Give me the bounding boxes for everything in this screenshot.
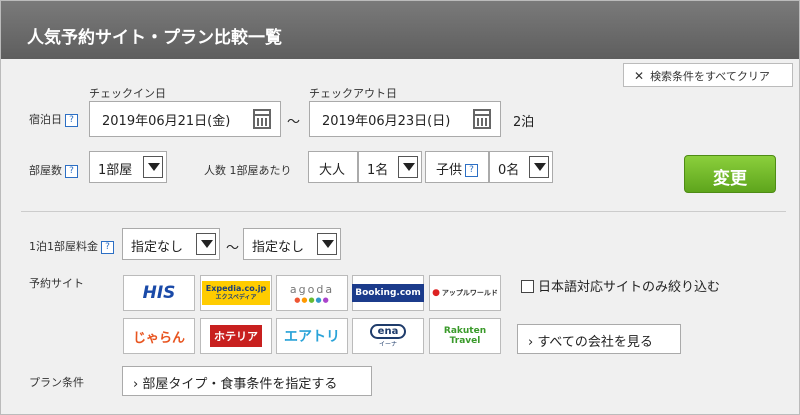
airtrip-logo: エアトリ <box>284 329 340 345</box>
clear-conditions-button[interactable]: ✕ 検索条件をすべてクリア <box>623 63 793 87</box>
sites-label: 予約サイト <box>29 277 84 290</box>
checkin-label: チェックイン日 <box>89 87 166 100</box>
hoteria-logo: ホテリア <box>210 325 262 347</box>
chevron-down-icon <box>143 156 163 178</box>
appleworld-icon: ● <box>432 288 440 298</box>
rooms-select[interactable]: 1部屋 <box>89 151 167 183</box>
rooms-select-value: 1部屋 <box>98 163 133 178</box>
help-icon[interactable]: ? <box>465 164 479 177</box>
site-hoteria[interactable]: ホテリア <box>200 318 272 354</box>
chevron-down-icon <box>317 233 337 255</box>
adult-label-box: 大人 <box>308 151 358 183</box>
appleworld-logo: アップルワールド <box>441 289 498 297</box>
site-rakuten[interactable]: Rakuten Travel <box>429 318 501 354</box>
price-min-select[interactable]: 指定なし <box>122 228 220 260</box>
checkin-date-field[interactable]: 2019年06月21日(金) <box>89 101 281 137</box>
help-icon[interactable]: ? <box>65 113 78 127</box>
date-separator: ～ <box>287 115 301 130</box>
child-label-box: 子供? <box>425 151 489 183</box>
adult-select-value: 1名 <box>367 163 389 178</box>
agoda-logo: agoda <box>289 282 335 296</box>
site-airtrip[interactable]: エアトリ <box>276 318 348 354</box>
site-ena[interactable]: ena イーナ <box>352 318 424 354</box>
price-label-text: 1泊1部屋料金 <box>29 240 98 253</box>
expedia-logo: Expedia.co.jp エクスペディア <box>201 281 271 305</box>
price-label: 1泊1部屋料金? <box>29 238 114 254</box>
checkin-date-value: 2019年06月21日(金) <box>102 114 231 129</box>
japanese-only-filter[interactable]: 日本語対応サイトのみ絞り込む <box>521 276 720 295</box>
page-title: 人気予約サイト・プラン比較一覧 <box>1 1 799 59</box>
site-jalan[interactable]: じゃらん <box>123 318 195 354</box>
search-panel: 人気予約サイト・プラン比較一覧 ✕ 検索条件をすべてクリア チェックイン日 チェッ… <box>0 0 800 415</box>
adult-select[interactable]: 1名 <box>358 151 422 183</box>
people-label: 人数 1部屋あたり <box>204 164 292 177</box>
agoda-dots-icon: ●●●●● <box>294 295 330 304</box>
expedia-logo-text: Expedia.co.jp <box>205 284 267 293</box>
site-booking[interactable]: Booking.com <box>352 275 424 311</box>
help-icon[interactable]: ? <box>101 240 114 254</box>
chevron-down-icon <box>529 156 549 178</box>
booking-logo: Booking.com <box>352 284 424 302</box>
jalan-logo: じゃらん <box>132 330 185 346</box>
close-icon: ✕ <box>634 69 645 83</box>
site-appleworld[interactable]: ● アップルワールド <box>429 275 501 311</box>
site-his[interactable]: HIS <box>123 275 195 311</box>
see-all-companies-button[interactable]: › すべての会社を見る <box>517 324 681 354</box>
ena-logo: ena <box>369 324 407 339</box>
checkout-label: チェックアウト日 <box>309 87 397 100</box>
expedia-logo-sub: エクスペディア <box>215 294 257 301</box>
price-min-value: 指定なし <box>131 240 184 255</box>
child-select-value: 0名 <box>498 163 520 178</box>
stay-date-label-text: 宿泊日 <box>29 113 62 126</box>
japanese-only-label: 日本語対応サイトのみ絞り込む <box>538 280 721 295</box>
ena-logo-sub: イーナ <box>378 341 397 348</box>
checkout-date-value: 2019年06月23日(日) <box>322 114 451 129</box>
calendar-icon[interactable] <box>253 109 271 129</box>
site-agoda[interactable]: agoda ●●●●● <box>276 275 348 311</box>
japanese-only-checkbox[interactable] <box>521 280 534 293</box>
rakuten-logo-sub: Travel <box>449 336 481 346</box>
child-label: 子供 <box>436 163 463 178</box>
site-expedia[interactable]: Expedia.co.jp エクスペディア <box>200 275 272 311</box>
help-icon[interactable]: ? <box>65 164 78 178</box>
room-meal-conditions-button[interactable]: › 部屋タイプ・食事条件を指定する <box>122 366 372 396</box>
rooms-label: 部屋数? <box>29 162 78 178</box>
rakuten-logo: Rakuten <box>443 326 487 336</box>
chevron-down-icon <box>398 156 418 178</box>
checkout-date-field[interactable]: 2019年06月23日(日) <box>309 101 501 137</box>
his-logo: HIS <box>142 283 176 303</box>
child-select[interactable]: 0名 <box>489 151 553 183</box>
change-button[interactable]: 変更 <box>684 155 776 193</box>
divider <box>21 211 786 212</box>
nights-count: 2泊 <box>513 115 535 130</box>
adult-label: 大人 <box>319 163 346 178</box>
price-max-select[interactable]: 指定なし <box>243 228 341 260</box>
price-max-value: 指定なし <box>252 240 305 255</box>
chevron-down-icon <box>196 233 216 255</box>
clear-conditions-label: 検索条件をすべてクリア <box>650 70 770 83</box>
plan-label: プラン条件 <box>29 376 84 389</box>
rooms-label-text: 部屋数 <box>29 164 62 177</box>
calendar-icon[interactable] <box>473 109 491 129</box>
price-separator: ～ <box>226 241 240 256</box>
stay-date-label: 宿泊日? <box>29 111 78 127</box>
